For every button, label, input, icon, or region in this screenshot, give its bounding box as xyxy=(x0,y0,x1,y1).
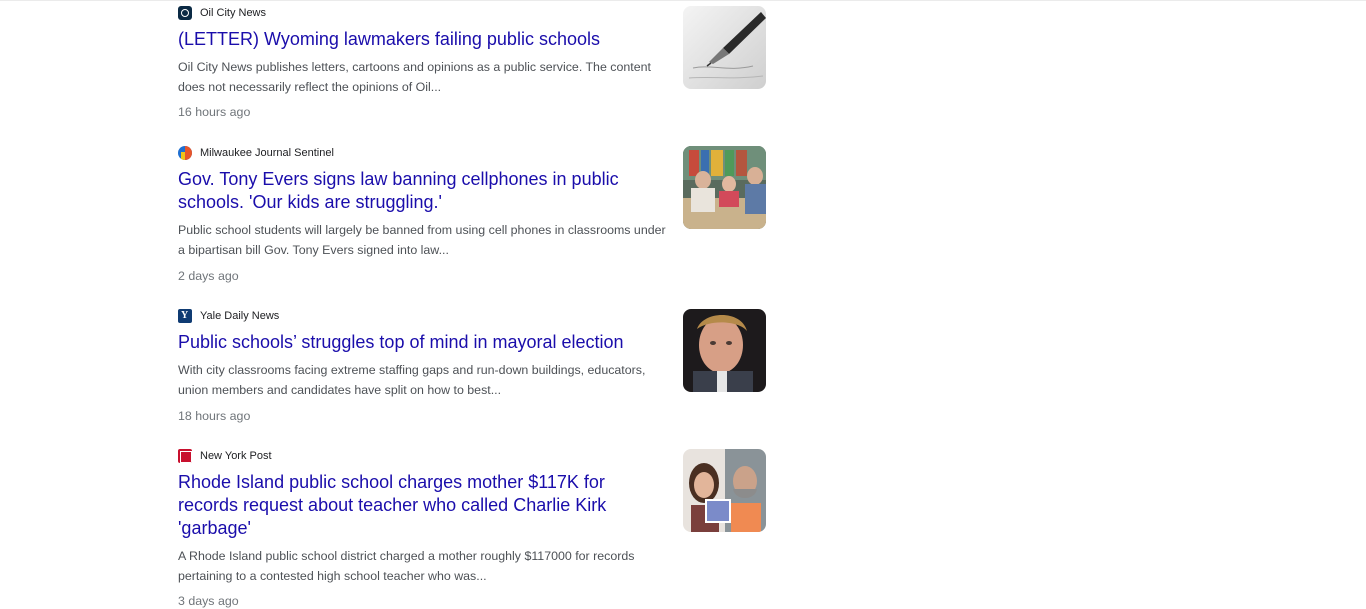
result-timestamp: 2 days ago xyxy=(178,269,239,283)
source-name: Oil City News xyxy=(200,7,267,19)
result-headline-link[interactable]: (LETTER) Wyoming lawmakers failing publi… xyxy=(178,28,662,51)
result-snippet: Oil City News publishes letters, cartoon… xyxy=(178,60,651,94)
source-row: Y Yale Daily News xyxy=(178,309,279,323)
classroom-students-image[interactable] xyxy=(683,146,766,229)
mother-and-teacher-split-image[interactable] xyxy=(683,449,766,532)
result-timestamp: 3 days ago xyxy=(178,594,239,608)
result-headline-link[interactable]: Rhode Island public school charges mothe… xyxy=(178,471,662,540)
yale-daily-news-logo-icon: Y xyxy=(178,309,192,323)
journal-sentinel-logo-icon xyxy=(178,146,192,160)
source-name: Milwaukee Journal Sentinel xyxy=(200,147,334,159)
source-name: Yale Daily News xyxy=(200,310,280,322)
news-result-item: Milwaukee Journal Sentinel Gov. Tony Eve… xyxy=(178,146,768,288)
result-snippet: With city classrooms facing extreme staf… xyxy=(178,363,646,397)
news-result-item: Oil City News (LETTER) Wyoming lawmakers… xyxy=(178,6,768,126)
result-timestamp: 16 hours ago xyxy=(178,105,251,119)
source-row: New York Post xyxy=(178,449,272,463)
news-result-item: Y Yale Daily News Public schools’ strugg… xyxy=(178,309,768,429)
result-headline-link[interactable]: Gov. Tony Evers signs law banning cellph… xyxy=(178,168,662,214)
result-timestamp: 18 hours ago xyxy=(178,409,251,423)
man-portrait-image[interactable] xyxy=(683,309,766,392)
result-snippet: Public school students will largely be b… xyxy=(178,223,666,257)
new-york-post-logo-icon xyxy=(178,449,192,463)
source-row: Milwaukee Journal Sentinel xyxy=(178,146,334,160)
result-headline-link[interactable]: Public schools’ struggles top of mind in… xyxy=(178,331,662,354)
fountain-pen-writing-image[interactable] xyxy=(683,6,766,89)
source-name: New York Post xyxy=(200,450,272,462)
top-divider xyxy=(0,0,1366,1)
oil-city-news-logo-icon xyxy=(178,6,192,20)
source-row: Oil City News xyxy=(178,6,266,20)
result-snippet: A Rhode Island public school district ch… xyxy=(178,549,635,583)
news-result-item: New York Post Rhode Island public school… xyxy=(178,449,768,608)
